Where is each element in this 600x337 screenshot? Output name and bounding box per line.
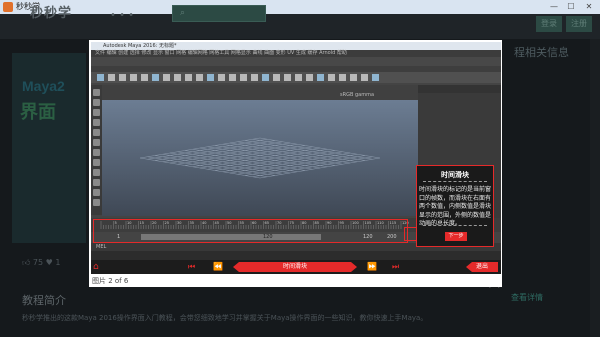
next-step-icon[interactable]: ⏩ bbox=[367, 262, 377, 271]
toolbox-tool-icon[interactable] bbox=[93, 189, 100, 196]
app-icon bbox=[3, 2, 13, 12]
shelf-tool-icon[interactable] bbox=[152, 74, 159, 81]
register-button[interactable]: 注册 bbox=[566, 16, 592, 32]
like-count-row[interactable]: 👍︎ 75 ♥ 1 bbox=[22, 258, 60, 268]
shelf-tool-icon[interactable] bbox=[295, 74, 302, 81]
minimize-icon[interactable]: — bbox=[548, 1, 560, 12]
maya-title: Autodesk Maya 2016: 无标题* bbox=[103, 43, 177, 49]
thumbnail-title: Maya2 bbox=[22, 78, 65, 94]
tutorial-tooltip: 时间滑块 时间滑块的标记的是当前窗口的帧数，而滑块在右面有两个数值，内侧数值是滑… bbox=[416, 165, 494, 247]
login-button[interactable]: 登录 bbox=[536, 16, 562, 32]
maya-toolbox bbox=[91, 85, 102, 215]
lightbox-close-icon[interactable]: ✕ bbox=[486, 272, 503, 292]
home-icon[interactable]: ⌂ bbox=[93, 262, 99, 272]
toolbox-tool-icon[interactable] bbox=[93, 99, 100, 106]
toolbox-tool-icon[interactable] bbox=[93, 129, 100, 136]
shelf-tool-icon[interactable] bbox=[273, 74, 280, 81]
shelf-tool-icon[interactable] bbox=[284, 74, 291, 81]
tooltip-body: 时间滑块的标记的是当前窗口的帧数，而滑块在右面有两个数值，内侧数值是滑块显示的范… bbox=[419, 186, 492, 227]
shelf-tool-icon[interactable] bbox=[130, 74, 137, 81]
detail-link[interactable]: 查看详情 bbox=[511, 292, 543, 303]
first-step-icon[interactable]: ⏮ bbox=[188, 262, 195, 272]
shelf-tool-icon[interactable] bbox=[97, 74, 104, 81]
shelf-tool-icon[interactable] bbox=[174, 74, 181, 81]
window-titlebar: 秒秒学 — ☐ ✕ bbox=[0, 0, 600, 15]
last-step-icon[interactable]: ⏭ bbox=[392, 262, 399, 272]
shelf-tool-icon[interactable] bbox=[372, 74, 379, 81]
close-window-icon[interactable]: ✕ bbox=[583, 1, 595, 12]
prev-step-icon[interactable]: ⏪ bbox=[213, 262, 223, 271]
lightbox-caption: 图片 2 of 6 bbox=[92, 277, 129, 285]
shelf-tool-icon[interactable] bbox=[229, 74, 236, 81]
shelf-tool-icon[interactable] bbox=[317, 74, 324, 81]
side-title: 程相关信息 bbox=[514, 46, 569, 59]
viewport-grid bbox=[139, 137, 381, 179]
shelf-tool-icon[interactable] bbox=[328, 74, 335, 81]
site-search-input[interactable] bbox=[172, 5, 266, 22]
toolbox-tool-icon[interactable] bbox=[93, 159, 100, 166]
site-logo[interactable]: 秒秒学 bbox=[30, 2, 72, 21]
site-header bbox=[0, 14, 600, 39]
shelf-tool-icon[interactable] bbox=[207, 74, 214, 81]
shelf-tool-icon[interactable] bbox=[240, 74, 247, 81]
fav-count: 1 bbox=[55, 258, 61, 267]
search-icon[interactable]: ⌕ bbox=[180, 8, 185, 18]
intro-heading: 教程简介 bbox=[22, 294, 66, 307]
thumbs-up-icon: 👍︎ bbox=[22, 258, 33, 267]
channel-box-header bbox=[418, 85, 501, 93]
maya-shelf bbox=[91, 72, 501, 83]
shelf-tool-icon[interactable] bbox=[262, 74, 269, 81]
maya-menubar: 文件 编辑 创建 选择 修改 显示 窗口 网格 编辑网格 网格工具 网格显示 曲… bbox=[91, 50, 501, 57]
maya-help-line bbox=[91, 251, 501, 260]
current-step-label[interactable]: 时间滑块 bbox=[233, 262, 357, 272]
shelf-tool-icon[interactable] bbox=[119, 74, 126, 81]
maya-viewport bbox=[102, 100, 418, 216]
shelf-tool-icon[interactable] bbox=[108, 74, 115, 81]
shelf-tool-icon[interactable] bbox=[339, 74, 346, 81]
tooltip-divider bbox=[423, 181, 487, 182]
exit-button[interactable]: 退出 bbox=[466, 262, 498, 272]
toolbox-tool-icon[interactable] bbox=[93, 89, 100, 96]
tooltip-divider-bottom bbox=[423, 225, 487, 226]
toolbox-tool-icon[interactable] bbox=[93, 179, 100, 186]
toolbox-tool-icon[interactable] bbox=[93, 169, 100, 176]
tooltip-title: 时间滑块 bbox=[441, 171, 469, 179]
time-slider-highlight bbox=[93, 219, 408, 243]
maya-menu-text: 文件 编辑 创建 选择 修改 显示 窗口 网格 编辑网格 网格工具 网格显示 曲… bbox=[95, 50, 347, 56]
next-step-button[interactable]: 下一步 bbox=[445, 232, 467, 241]
toolbox-tool-icon[interactable] bbox=[93, 199, 100, 206]
toolbox-tool-icon[interactable] bbox=[93, 109, 100, 116]
shelf-tool-icon[interactable] bbox=[163, 74, 170, 81]
shelf-tool-icon[interactable] bbox=[141, 74, 148, 81]
thumbnail-subtitle: 界面 bbox=[20, 102, 56, 122]
page-scrollbar[interactable] bbox=[590, 39, 600, 337]
shelf-tool-icon[interactable] bbox=[218, 74, 225, 81]
maximize-icon[interactable]: ☐ bbox=[565, 1, 577, 12]
shelf-tool-icon[interactable] bbox=[350, 74, 357, 81]
shelf-tool-icon[interactable] bbox=[306, 74, 313, 81]
toolbox-tool-icon[interactable] bbox=[93, 139, 100, 146]
mel-label: MEL bbox=[96, 244, 107, 250]
menu-dots-icon[interactable]: • • • bbox=[110, 10, 134, 21]
heart-icon: ♥ bbox=[45, 258, 56, 267]
maya-gamma-label: sRGB gamma bbox=[340, 92, 375, 98]
intro-description: 秒秒学推出的这款Maya 2016操作界面入门教程，会带您细致地学习并掌握关于M… bbox=[22, 314, 428, 322]
toolbox-tool-icon[interactable] bbox=[93, 149, 100, 156]
toolbox-tool-icon[interactable] bbox=[93, 119, 100, 126]
shelf-tool-icon[interactable] bbox=[185, 74, 192, 81]
shelf-tool-icon[interactable] bbox=[361, 74, 368, 81]
shelf-tool-icon[interactable] bbox=[196, 74, 203, 81]
maya-titlebar: Autodesk Maya 2016: 无标题* bbox=[91, 42, 501, 50]
maya-status-line bbox=[91, 57, 501, 66]
shelf-tool-icon[interactable] bbox=[251, 74, 258, 81]
like-count: 75 bbox=[32, 258, 44, 267]
